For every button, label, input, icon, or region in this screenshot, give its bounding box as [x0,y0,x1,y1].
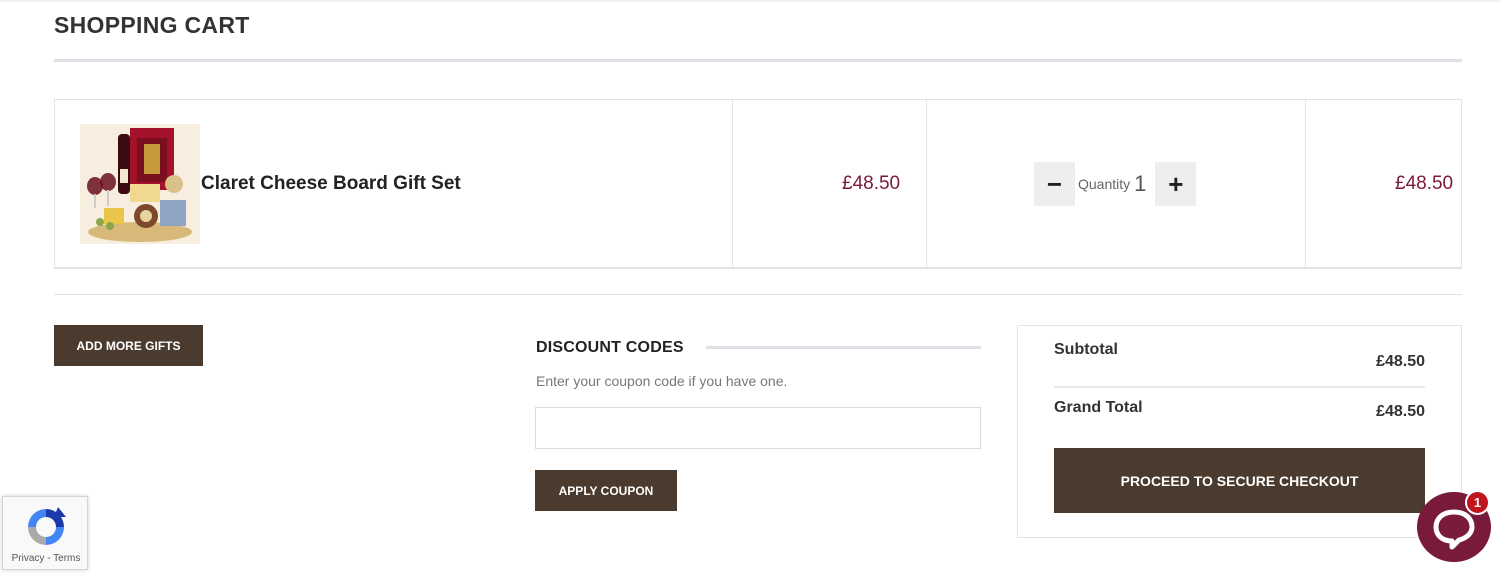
discount-title-rule [706,346,981,349]
plus-icon: + [1168,168,1184,199]
quantity-stepper: − Quantity 1 + [1034,162,1197,206]
add-more-gifts-button[interactable]: ADD MORE GIFTS [54,325,203,366]
decrement-button[interactable]: − [1034,162,1075,206]
subtotal-label: Subtotal [1054,341,1118,358]
cell-divider [732,100,733,268]
grand-total-label: Grand Total [1054,399,1143,416]
recaptcha-logo-icon [28,507,66,545]
page-title: SHOPPING CART [54,12,250,38]
totals-divider [1054,386,1425,388]
line-total: £48.50 [1395,173,1454,194]
discount-title: DISCOUNT CODES [536,339,684,356]
quantity-value[interactable]: 1 [1134,171,1146,197]
cell-divider [1305,100,1306,268]
product-name[interactable]: Claret Cheese Board Gift Set [201,173,461,195]
section-divider [54,294,1462,295]
recaptcha-badge[interactable]: Privacy - Terms [2,496,88,570]
apply-coupon-button[interactable]: APPLY COUPON [535,470,677,511]
subtotal-value: £48.50 [1376,353,1425,370]
unit-price: £48.50 [842,173,901,194]
proceed-to-checkout-button[interactable]: PROCEED TO SECURE CHECKOUT [1054,448,1425,513]
product-image[interactable] [80,124,200,244]
cell-divider [926,100,927,268]
minus-icon: − [1046,168,1063,199]
recaptcha-links[interactable]: Privacy - Terms [3,553,89,564]
discount-hint: Enter your coupon code if you have one. [536,373,788,389]
quantity-label: Quantity [1078,176,1131,192]
grand-total-value: £48.50 [1376,403,1425,420]
cart-item-row: Claret Cheese Board Gift Set £48.50 − Qu… [54,99,1462,269]
coupon-input[interactable] [535,407,981,449]
increment-button[interactable]: + [1155,162,1197,206]
title-divider [54,59,1462,62]
top-border [0,0,1500,2]
chat-notification-badge: 1 [1465,490,1490,515]
